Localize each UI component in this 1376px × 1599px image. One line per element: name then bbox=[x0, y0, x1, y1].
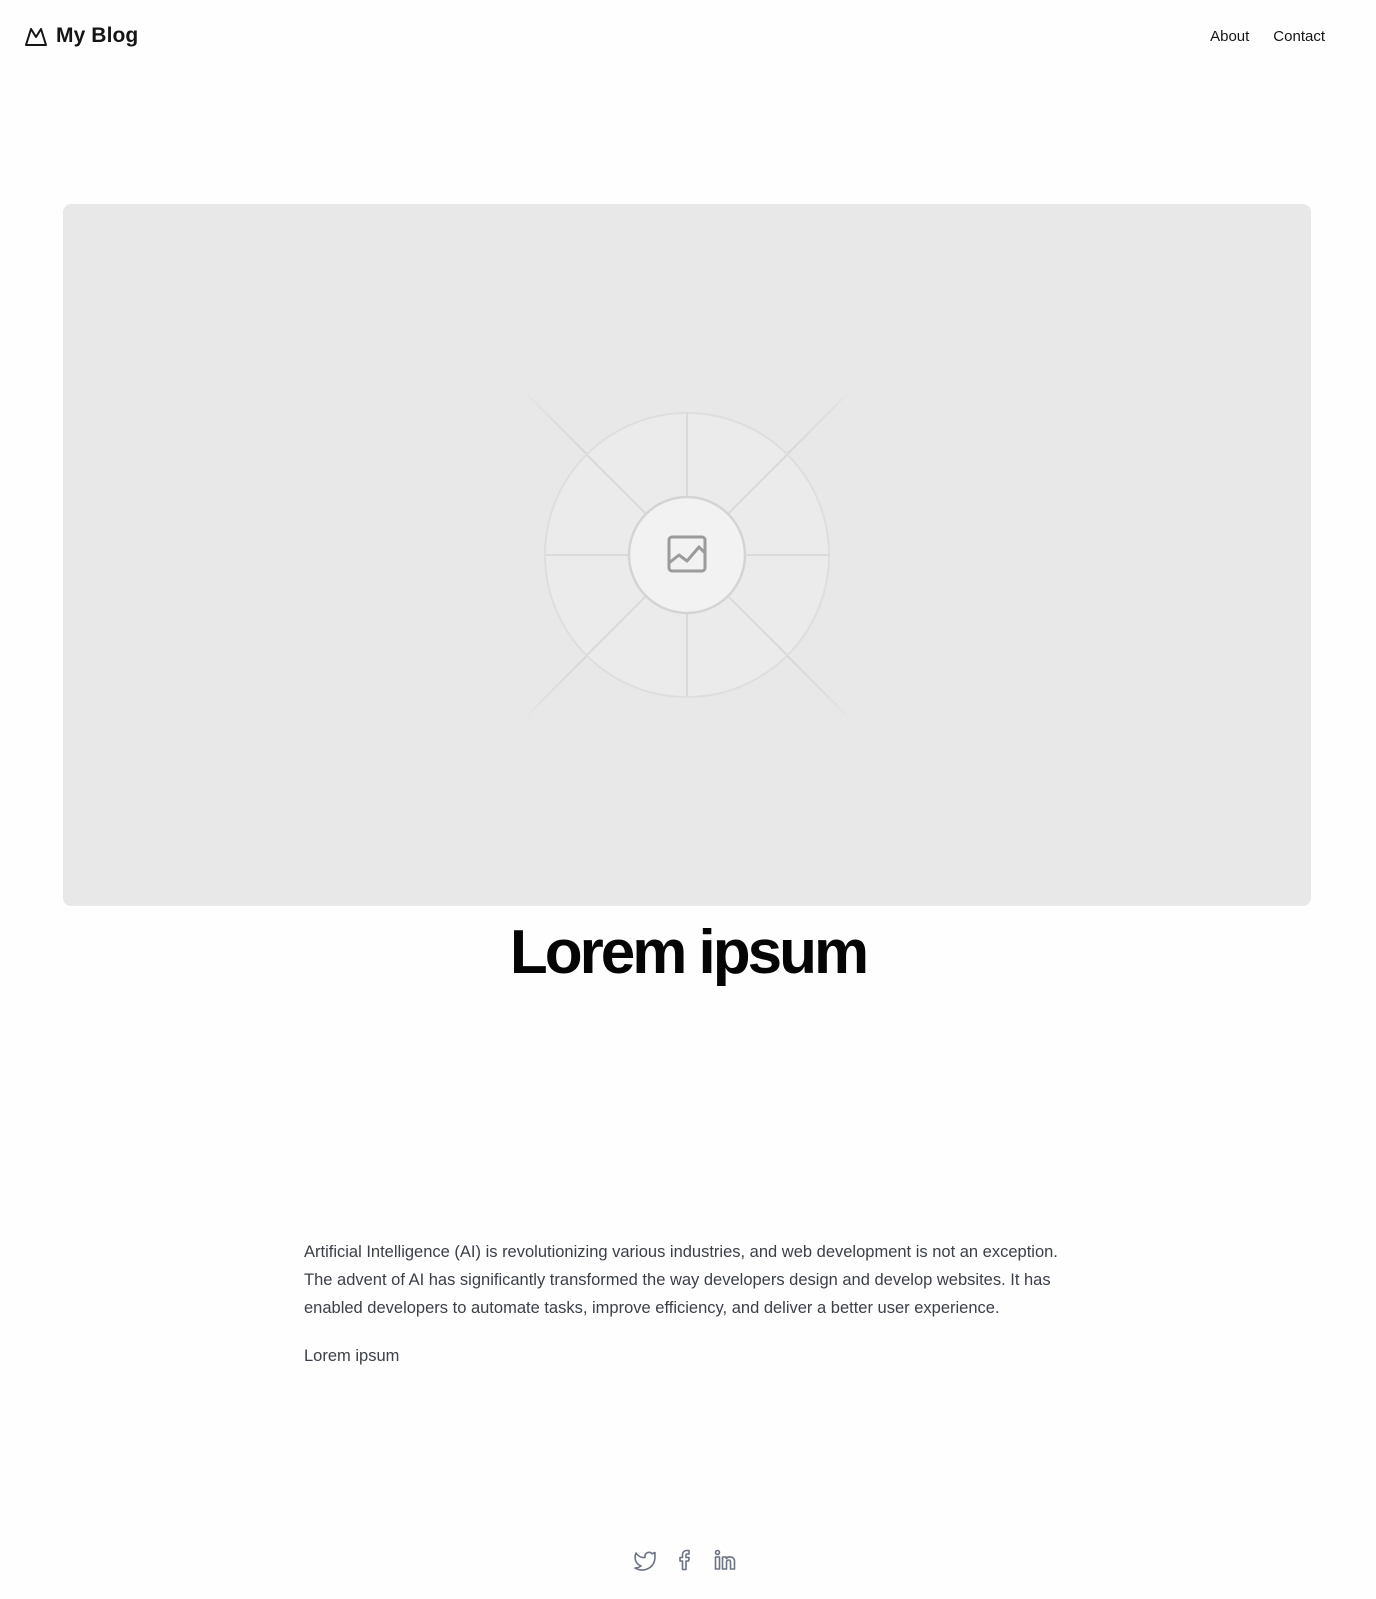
brand-link[interactable]: My Blog bbox=[24, 24, 138, 48]
main-nav: About Contact bbox=[1210, 28, 1325, 45]
site-header: My Blog About Contact bbox=[0, 0, 1376, 76]
mountain-icon bbox=[24, 24, 48, 48]
post-body: Artificial Intelligence (AI) is revoluti… bbox=[304, 1238, 1072, 1390]
nav-contact-link[interactable]: Contact bbox=[1273, 28, 1325, 45]
hero-image-placeholder bbox=[63, 204, 1311, 906]
facebook-icon[interactable] bbox=[673, 1548, 697, 1572]
brand-name: My Blog bbox=[56, 24, 139, 47]
linkedin-icon[interactable] bbox=[713, 1548, 737, 1572]
image-placeholder-icon bbox=[667, 535, 707, 575]
twitter-icon[interactable] bbox=[633, 1548, 657, 1572]
social-links bbox=[633, 1548, 737, 1572]
post-paragraph: Lorem ipsum bbox=[304, 1347, 400, 1365]
post-paragraph: Artificial Intelligence (AI) is revoluti… bbox=[304, 1243, 1058, 1317]
nav-about-link[interactable]: About bbox=[1210, 28, 1249, 45]
post-title: Lorem ipsum bbox=[509, 918, 869, 987]
